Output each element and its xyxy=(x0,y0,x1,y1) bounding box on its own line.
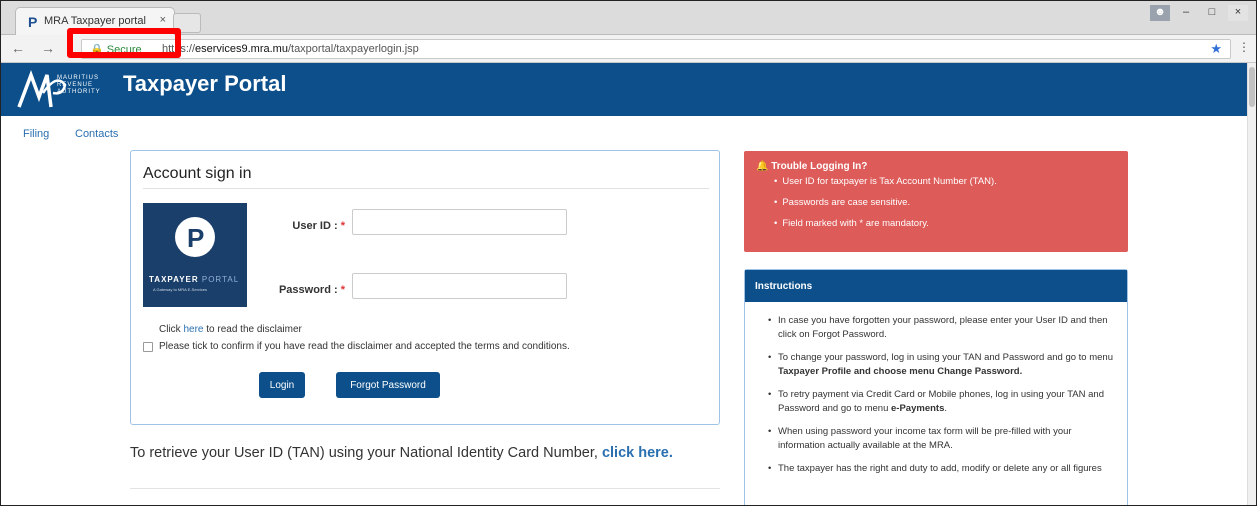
instruction-bold: Taxpayer Profile and choose menu Change … xyxy=(778,366,1023,377)
login-button[interactable]: Login xyxy=(259,372,305,398)
required-mark: * xyxy=(340,284,345,296)
logo-tagline: A Gateway to MRA E-Services xyxy=(153,287,208,292)
trouble-heading-text: Trouble Logging In? xyxy=(771,161,868,172)
profile-icon[interactable]: ☻ xyxy=(1150,5,1170,21)
instructions-heading: Instructions xyxy=(745,270,1127,302)
user-id-label-text: User ID : xyxy=(292,220,338,232)
list-item: User ID for taxpayer is Tax Account Numb… xyxy=(774,176,997,187)
required-mark: * xyxy=(340,220,345,232)
window-controls: ☻ – □ × xyxy=(1150,5,1248,21)
password-label: Password : * xyxy=(265,284,345,296)
password-label-text: Password : xyxy=(278,284,338,296)
disclaimer-line: Click here to read the disclaimer xyxy=(159,324,302,335)
trouble-heading: 🔔 Trouble Logging In? xyxy=(756,161,868,172)
user-id-input[interactable] xyxy=(352,209,567,235)
logo-text: TAXPAYER PORTAL xyxy=(149,275,239,284)
org-line-2: REVENUE xyxy=(57,82,94,88)
site-header: MAURITIUS REVENUE AUTHORITY Taxpayer Por… xyxy=(1,63,1256,116)
nav-buttons: ← → xyxy=(11,40,55,56)
terms-checkbox[interactable] xyxy=(143,341,153,352)
bookmark-star-icon[interactable]: ★ xyxy=(1210,41,1222,57)
site-title: Taxpayer Portal xyxy=(123,71,287,96)
taxpayer-portal-logo: P TAXPAYER PORTAL A Gateway to MRA E-Ser… xyxy=(143,203,247,307)
logo-word-1: TAXPAYER xyxy=(149,275,199,284)
forward-icon[interactable]: → xyxy=(41,40,55,56)
nav-contacts-link[interactable]: Contacts xyxy=(75,128,118,140)
sign-in-heading: Account sign in xyxy=(143,165,252,182)
maximize-button[interactable]: □ xyxy=(1202,5,1222,21)
mra-favicon-icon: P xyxy=(28,14,38,30)
list-item: To change your password, log in using yo… xyxy=(768,351,1115,379)
retrieve-click-here-link[interactable]: click here. xyxy=(602,445,673,461)
disclaimer-suffix: to read the disclaimer xyxy=(206,324,302,335)
back-icon[interactable]: ← xyxy=(11,40,25,56)
terms-label: Please tick to confirm if you have read … xyxy=(159,341,570,352)
url-host: eservices9.mra.mu xyxy=(195,43,288,55)
org-line-1: MAURITIUS xyxy=(57,75,99,81)
tab-bar: P MRA Taxpayer portal × ☻ – □ × xyxy=(1,1,1256,35)
list-item: To retry payment via Credit Card or Mobi… xyxy=(768,388,1115,416)
list-item: In case you have forgotten your password… xyxy=(768,314,1115,342)
retrieve-text: To retrieve your User ID (TAN) using you… xyxy=(130,445,598,461)
url-text[interactable]: https://eservices9.mra.mu/taxportal/taxp… xyxy=(162,43,419,55)
instruction-text: To change your password, log in using yo… xyxy=(778,352,1113,363)
disclaimer-prefix: Click xyxy=(159,324,181,335)
page-scrollbar[interactable] xyxy=(1247,63,1256,505)
close-window-button[interactable]: × xyxy=(1228,5,1248,21)
divider xyxy=(130,488,720,489)
browser-menu-icon[interactable]: ⋮ xyxy=(1238,40,1250,54)
divider xyxy=(143,188,709,189)
logo-p-icon: P xyxy=(187,223,205,253)
scrollbar-thumb[interactable] xyxy=(1249,67,1255,107)
org-line-3: AUTHORITY xyxy=(57,89,101,95)
instruction-bold: e-Payments xyxy=(891,403,945,414)
nav-filing-link[interactable]: Filing xyxy=(23,128,49,140)
forgot-password-button[interactable]: Forgot Password xyxy=(336,372,440,398)
disclaimer-link[interactable]: here xyxy=(183,324,203,335)
password-input[interactable] xyxy=(352,273,567,299)
logo-word-2: PORTAL xyxy=(201,275,240,284)
minimize-button[interactable]: – xyxy=(1176,5,1196,21)
org-name: MAURITIUS REVENUE AUTHORITY xyxy=(57,75,101,96)
browser-window: P MRA Taxpayer portal × ☻ – □ × ← → 🔒 Se… xyxy=(0,0,1257,506)
retrieve-tan-text: To retrieve your User ID (TAN) using you… xyxy=(130,443,720,464)
address-bar-row: ← → 🔒 Secure https://eservices9.mra.mu/t… xyxy=(1,35,1256,63)
trouble-logging-in-panel: 🔔 Trouble Logging In? User ID for taxpay… xyxy=(744,151,1128,252)
terms-row: Please tick to confirm if you have read … xyxy=(143,341,570,352)
user-id-label: User ID : * xyxy=(265,220,345,232)
list-item: Field marked with * are mandatory. xyxy=(774,218,997,229)
list-item: Passwords are case sensitive. xyxy=(774,197,997,208)
instructions-list: In case you have forgotten your password… xyxy=(745,302,1127,476)
top-nav: Filing Contacts xyxy=(1,116,1256,146)
list-item: The taxpayer has the right and duty to a… xyxy=(768,462,1115,476)
instructions-panel: Instructions In case you have forgotten … xyxy=(744,269,1128,505)
url-bar[interactable]: 🔒 Secure https://eservices9.mra.mu/taxpo… xyxy=(81,39,1231,59)
trouble-list: User ID for taxpayer is Tax Account Numb… xyxy=(774,176,997,239)
tab-title: MRA Taxpayer portal xyxy=(44,15,146,27)
url-path: /taxportal/taxpayerlogin.jsp xyxy=(287,43,419,55)
tab-close-icon[interactable]: × xyxy=(160,14,166,26)
highlight-annotation-box xyxy=(67,28,181,58)
list-item: When using password your income tax form… xyxy=(768,425,1115,453)
sign-in-panel: Account sign in P TAXPAYER PORTAL A Gate… xyxy=(130,150,720,425)
